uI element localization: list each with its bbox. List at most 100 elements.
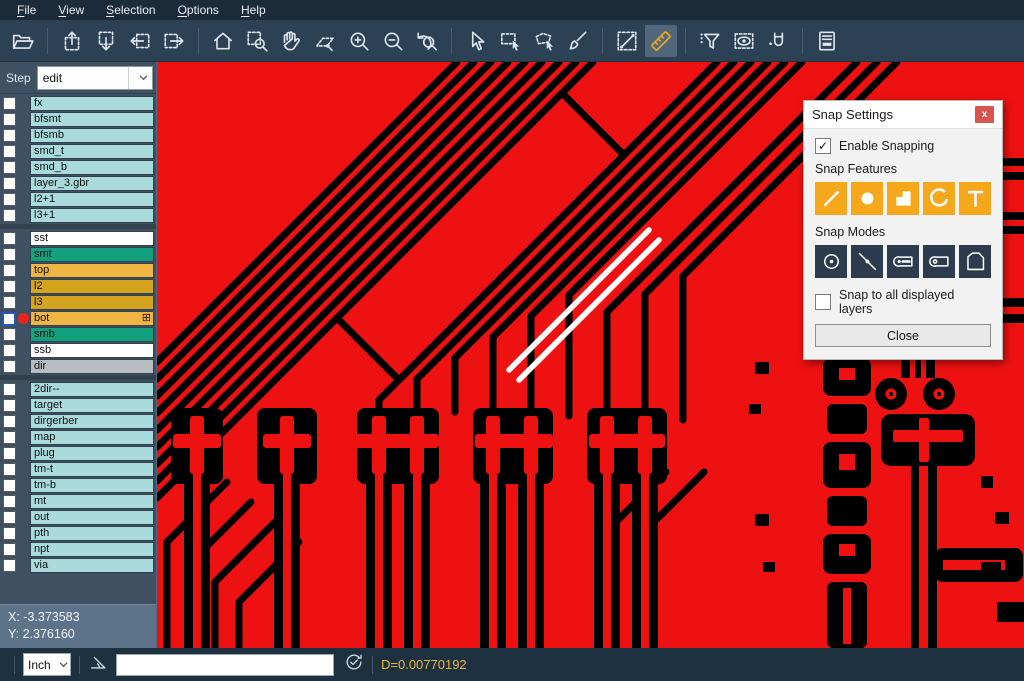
- layer-active-slot[interactable]: [16, 414, 30, 429]
- snap-magnet-button[interactable]: [762, 25, 794, 57]
- menu-selection[interactable]: Selection: [95, 1, 166, 19]
- pan-down-button[interactable]: [90, 25, 122, 57]
- layer-name[interactable]: tm-t: [30, 462, 154, 477]
- layer-name[interactable]: 2dir--: [30, 382, 154, 397]
- snap-mode-pad-entry-outline-button[interactable]: [923, 245, 955, 278]
- menu-options[interactable]: Options: [167, 1, 230, 19]
- snap-feature-line-button[interactable]: [815, 182, 847, 215]
- clean-brush-button[interactable]: [562, 25, 594, 57]
- layer-active-slot[interactable]: [16, 462, 30, 477]
- layer-name[interactable]: ssb: [30, 343, 154, 358]
- layer-active-slot[interactable]: [16, 96, 30, 111]
- layer-visibility-checkbox[interactable]: [3, 495, 16, 508]
- pan-right-button[interactable]: [158, 25, 190, 57]
- layer-visibility-checkbox[interactable]: [3, 113, 16, 126]
- layer-active-slot[interactable]: [16, 231, 30, 246]
- layer-active-slot[interactable]: [16, 446, 30, 461]
- enable-snapping-checkbox[interactable]: ✓: [815, 138, 831, 154]
- layer-visibility-checkbox[interactable]: [3, 209, 16, 222]
- step-dropdown[interactable]: edit: [37, 66, 153, 90]
- zoom-home-button[interactable]: [207, 25, 239, 57]
- menu-help[interactable]: Help: [230, 1, 277, 19]
- layer-visibility-checkbox[interactable]: [3, 543, 16, 556]
- layer-visibility-checkbox[interactable]: [3, 129, 16, 142]
- open-file-button[interactable]: [7, 25, 39, 57]
- layer-active-slot[interactable]: [16, 343, 30, 358]
- layer-active-slot[interactable]: [16, 112, 30, 127]
- layer-visibility-checkbox[interactable]: [3, 463, 16, 476]
- unit-dropdown[interactable]: Inch: [23, 653, 71, 676]
- layer-active-slot[interactable]: [16, 144, 30, 159]
- layer-visibility-checkbox[interactable]: [3, 399, 16, 412]
- select-polygon-button[interactable]: [528, 25, 560, 57]
- pan-left-button[interactable]: [124, 25, 156, 57]
- layer-name[interactable]: layer_3.gbr: [30, 176, 154, 191]
- layer-active-slot[interactable]: [16, 327, 30, 342]
- layer-active-slot[interactable]: [16, 128, 30, 143]
- snap-feature-arc-button[interactable]: [923, 182, 955, 215]
- layer-active-slot[interactable]: [16, 526, 30, 541]
- zoom-in-button[interactable]: [343, 25, 375, 57]
- layer-name[interactable]: dirgerber: [30, 414, 154, 429]
- layer-active-slot[interactable]: [16, 510, 30, 525]
- layer-name[interactable]: plug: [30, 446, 154, 461]
- report-button[interactable]: [811, 25, 843, 57]
- layer-name[interactable]: sst: [30, 231, 154, 246]
- snap-all-layers-checkbox[interactable]: [815, 294, 831, 310]
- layer-visibility-checkbox[interactable]: [3, 296, 16, 309]
- menu-view[interactable]: View: [47, 1, 95, 19]
- measure-distance-button[interactable]: [611, 25, 643, 57]
- layer-visibility-checkbox[interactable]: [3, 232, 16, 245]
- layer-active-slot[interactable]: [16, 542, 30, 557]
- layer-visibility-checkbox[interactable]: [3, 479, 16, 492]
- layer-visibility-checkbox[interactable]: [3, 383, 16, 396]
- layer-name[interactable]: map: [30, 430, 154, 445]
- layer-active-slot[interactable]: [16, 295, 30, 310]
- layer-active-slot[interactable]: [16, 359, 30, 374]
- layer-visibility-checkbox[interactable]: [3, 511, 16, 524]
- snap-mode-midpoint-button[interactable]: [851, 245, 883, 278]
- layer-visibility-checkbox[interactable]: [2, 312, 16, 326]
- drag-view-button[interactable]: [309, 25, 341, 57]
- layer-name[interactable]: smt: [30, 247, 154, 262]
- layer-visibility-checkbox[interactable]: [3, 360, 16, 373]
- snap-feature-surface-button[interactable]: [887, 182, 919, 215]
- layer-visibility-checkbox[interactable]: [3, 248, 16, 261]
- layer-name[interactable]: target: [30, 398, 154, 413]
- angle-mode-icon[interactable]: [88, 652, 108, 677]
- view-area-button[interactable]: [728, 25, 760, 57]
- layer-grid-icon[interactable]: ⊞: [142, 313, 151, 324]
- layer-name[interactable]: l2+1: [30, 192, 154, 207]
- layer-active-slot[interactable]: [16, 398, 30, 413]
- layer-active-slot[interactable]: [16, 160, 30, 175]
- layer-visibility-checkbox[interactable]: [3, 527, 16, 540]
- layer-active-slot[interactable]: [16, 247, 30, 262]
- layer-name[interactable]: smb: [30, 327, 154, 342]
- layer-name[interactable]: pth: [30, 526, 154, 541]
- pan-hand-button[interactable]: [275, 25, 307, 57]
- layer-active-slot[interactable]: [16, 311, 30, 326]
- layer-name[interactable]: via: [30, 558, 154, 573]
- snap-mode-center-button[interactable]: [815, 245, 847, 278]
- layer-name[interactable]: mt: [30, 494, 154, 509]
- pan-up-button[interactable]: [56, 25, 88, 57]
- snap-mode-pad-entry-filled-button[interactable]: [887, 245, 919, 278]
- layer-visibility-checkbox[interactable]: [3, 280, 16, 293]
- zoom-window-button[interactable]: [241, 25, 273, 57]
- layer-name[interactable]: l3: [30, 295, 154, 310]
- layer-name[interactable]: out: [30, 510, 154, 525]
- layer-name[interactable]: bfsmb: [30, 128, 154, 143]
- layer-active-slot[interactable]: [16, 176, 30, 191]
- layer-visibility-checkbox[interactable]: [3, 97, 16, 110]
- filter-button[interactable]: [694, 25, 726, 57]
- layer-active-slot[interactable]: [16, 279, 30, 294]
- layer-name[interactable]: bfsmt: [30, 112, 154, 127]
- layer-active-slot[interactable]: [16, 478, 30, 493]
- layer-active-slot[interactable]: [16, 208, 30, 223]
- layer-visibility-checkbox[interactable]: [3, 447, 16, 460]
- layer-visibility-checkbox[interactable]: [3, 145, 16, 158]
- layer-visibility-checkbox[interactable]: [3, 415, 16, 428]
- layer-visibility-checkbox[interactable]: [3, 559, 16, 572]
- layer-visibility-checkbox[interactable]: [3, 177, 16, 190]
- layer-active-slot[interactable]: [16, 382, 30, 397]
